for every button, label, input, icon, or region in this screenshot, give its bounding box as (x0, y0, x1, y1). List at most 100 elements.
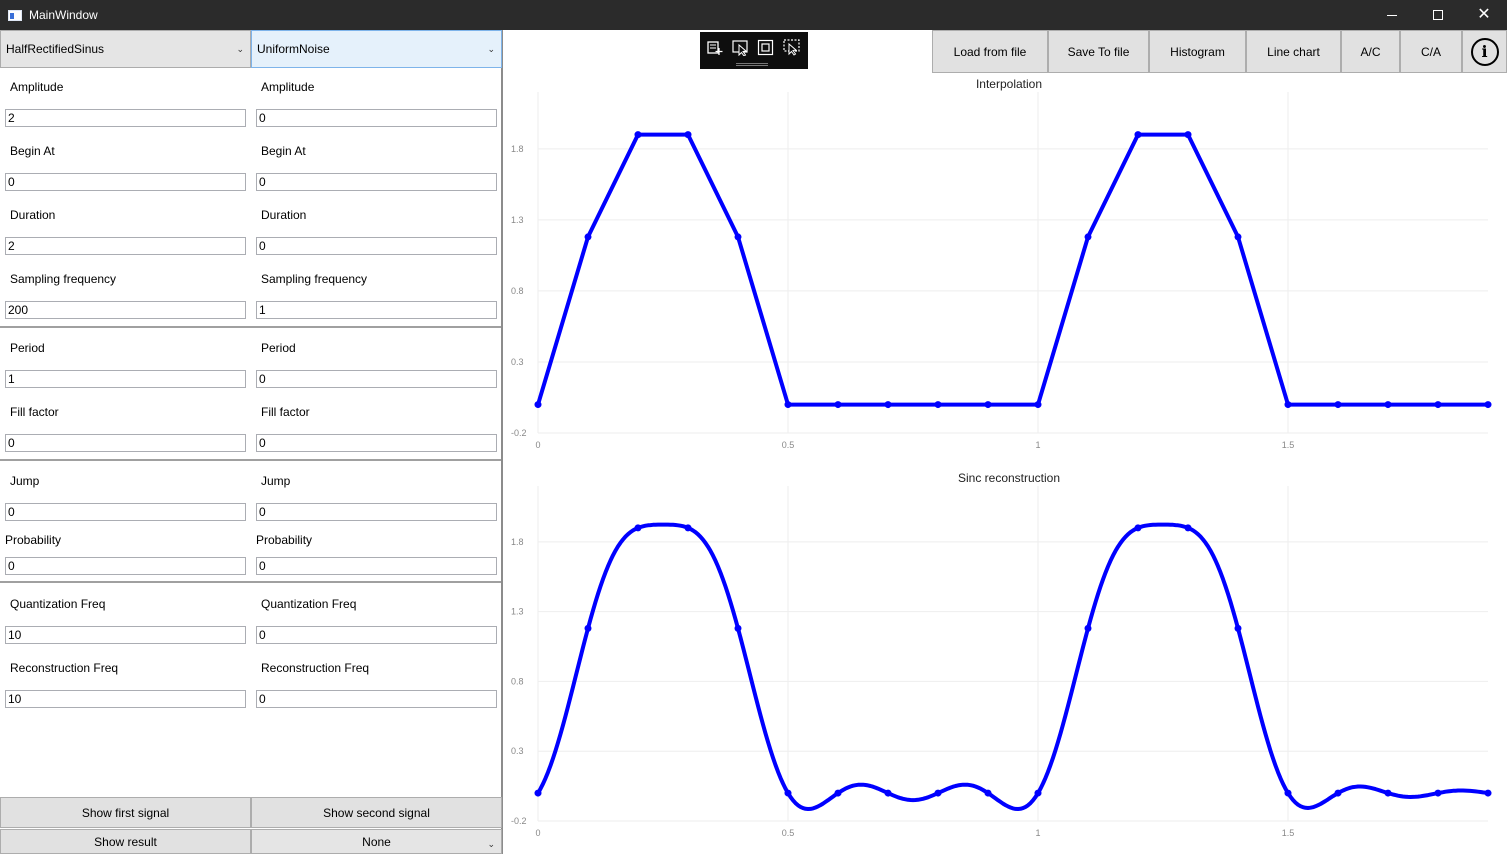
fill-factor-label: Fill factor (10, 405, 59, 419)
sinc-reconstruction-chart[interactable]: Sinc reconstruction 0 0.5 1 1.5 1.8 1.3 0.8 0.3 -… (503, 470, 1507, 854)
signal1-jump-input[interactable] (5, 503, 246, 521)
chevron-down-icon: ⌄ (487, 839, 495, 849)
signal2-amplitude-input[interactable] (256, 109, 497, 127)
signal1-type-select[interactable]: HalfRectifiedSinus ⌄ (0, 30, 251, 68)
ca-conversion-button[interactable]: C/A (1400, 30, 1462, 73)
x-tick-label: 1 (1035, 440, 1040, 450)
ac-conversion-button[interactable]: A/C (1341, 30, 1400, 73)
minimize-button[interactable] (1369, 0, 1415, 30)
x-tick-label: 0 (535, 440, 540, 450)
show-first-signal-button[interactable]: Show first signal (0, 797, 251, 828)
zoom-fit-icon[interactable] (757, 39, 775, 56)
jump-label: Jump (261, 474, 291, 488)
minimize-icon (1387, 14, 1397, 16)
signal2-type-select[interactable]: UniformNoise ⌄ (251, 30, 502, 68)
data-point (984, 401, 992, 409)
y-tick-label: 1.3 (511, 607, 524, 617)
operation-value: None (362, 834, 391, 849)
data-point (1184, 131, 1192, 139)
save-to-file-button[interactable]: Save To file (1048, 30, 1149, 73)
data-point (634, 524, 642, 532)
period-label: Period (10, 341, 45, 355)
signal2-quantization-freq-input[interactable] (256, 626, 497, 644)
series-line (536, 132, 1488, 407)
data-point (1134, 131, 1142, 139)
data-point (734, 233, 742, 241)
signal2-fill-factor-input[interactable] (256, 434, 497, 452)
signal2-probability-input[interactable] (256, 557, 497, 575)
signal2-period-input[interactable] (256, 370, 497, 388)
x-tick-label: 1.5 (1282, 440, 1295, 450)
data-point (784, 789, 792, 797)
select-icon[interactable] (732, 39, 750, 57)
interpolation-chart-svg: Interpolation 0 0.5 1 1.5 1.8 1.3 0.8 0.3 -0.2 (511, 77, 1492, 450)
begin-at-label: Begin At (10, 144, 55, 158)
select-area-icon[interactable] (783, 39, 801, 56)
signal2-reconstruction-freq-input[interactable] (256, 690, 497, 708)
signal1-fill-factor-input[interactable] (5, 434, 246, 452)
data-point (984, 789, 992, 797)
histogram-button[interactable]: Histogram (1149, 30, 1246, 73)
data-point (1234, 233, 1242, 241)
y-tick-label: -0.2 (511, 428, 527, 438)
data-point (1434, 401, 1442, 409)
data-point (834, 401, 842, 409)
signal1-amplitude-input[interactable] (5, 109, 246, 127)
x-tick-label: 0 (535, 828, 540, 838)
signal2-sampling-frequency-input[interactable] (256, 301, 497, 319)
quantization-freq-label: Quantization Freq (10, 597, 106, 611)
signal1-probability-input[interactable] (5, 557, 246, 575)
signal2-duration-input[interactable] (256, 237, 497, 255)
data-point (1284, 789, 1292, 797)
info-button[interactable]: i (1462, 30, 1507, 73)
show-result-button[interactable]: Show result (0, 829, 251, 854)
maximize-button[interactable] (1415, 0, 1461, 30)
close-button[interactable]: ✕ (1461, 0, 1507, 30)
x-tick-label: 1 (1035, 828, 1040, 838)
signal1-duration-input[interactable] (5, 237, 246, 255)
maximize-icon (1433, 10, 1443, 20)
data-point (584, 624, 592, 632)
signal1-begin-at-input[interactable] (5, 173, 246, 191)
probability-label: Probability (256, 533, 313, 547)
y-tick-label: 1.8 (511, 537, 524, 547)
data-point (634, 131, 642, 139)
window-title: MainWindow (29, 8, 98, 22)
data-point (1484, 401, 1492, 409)
signal2-type-value: UniformNoise (257, 42, 330, 56)
signal1-quantization-freq-input[interactable] (5, 626, 246, 644)
app-icon (8, 9, 22, 21)
signal2-begin-at-input[interactable] (256, 173, 497, 191)
reconstruction-freq-label: Reconstruction Freq (10, 661, 119, 675)
data-point (1184, 524, 1192, 532)
chevron-down-icon: ⌄ (236, 44, 244, 54)
y-tick-label: 0.8 (511, 676, 524, 686)
signal1-period-input[interactable] (5, 370, 246, 388)
signal2-jump-input[interactable] (256, 503, 497, 521)
begin-at-label: Begin At (261, 144, 306, 158)
y-tick-label: 1.3 (511, 215, 524, 225)
title-bar: MainWindow (0, 0, 1507, 30)
amplitude-label: Amplitude (261, 80, 315, 94)
divider (0, 581, 501, 583)
operation-select[interactable]: None ⌄ (251, 829, 502, 854)
load-from-file-button[interactable]: Load from file (932, 30, 1048, 73)
add-data-icon[interactable] (706, 39, 724, 56)
data-point (884, 401, 892, 409)
show-second-signal-button[interactable]: Show second signal (251, 797, 502, 828)
quantization-freq-label: Quantization Freq (261, 597, 357, 611)
signal1-reconstruction-freq-input[interactable] (5, 690, 246, 708)
line-chart-button[interactable]: Line chart (1246, 30, 1341, 73)
sinc-reconstruction-chart-svg: Sinc reconstruction 0 0.5 1 1.5 1.8 1.3 0.8 0.3 -… (511, 471, 1492, 838)
interpolation-chart[interactable]: Interpolation 0 0.5 1 1.5 1.8 1.3 0.8 0.3 -0.2 (503, 76, 1507, 464)
chart-area: Interpolation 0 0.5 1 1.5 1.8 1.3 0.8 0.3 -0.2 Si… (503, 30, 1507, 854)
data-point (884, 789, 892, 797)
drag-handle[interactable] (736, 63, 768, 66)
x-tick-label: 0.5 (782, 828, 795, 838)
period-label: Period (261, 341, 296, 355)
data-point (1234, 624, 1242, 632)
sampling-frequency-label: Sampling frequency (261, 272, 368, 286)
signal-parameters-panel: HalfRectifiedSinus ⌄ UniformNoise ⌄ Ampl… (0, 30, 503, 854)
fill-factor-label: Fill factor (261, 405, 310, 419)
signal1-sampling-frequency-input[interactable] (5, 301, 246, 319)
